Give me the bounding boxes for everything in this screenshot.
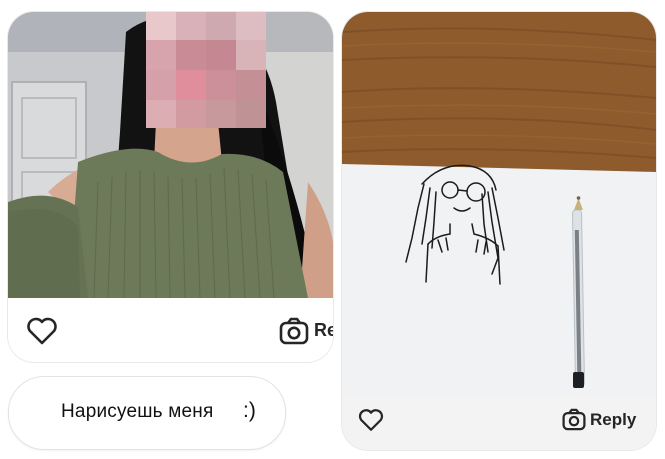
message-bubble: Нарисуешь меня :) bbox=[8, 376, 286, 450]
camera-icon[interactable] bbox=[562, 408, 586, 431]
message-text: Нарисуешь меня bbox=[61, 401, 214, 422]
story-card-left: Re bbox=[8, 12, 333, 362]
message-emoticon: :) bbox=[243, 399, 256, 422]
left-action-bar: Re bbox=[8, 298, 333, 362]
story-card-right: Reply bbox=[342, 12, 656, 450]
camera-icon[interactable] bbox=[279, 317, 309, 345]
drawing-photo bbox=[342, 12, 656, 394]
right-action-bar: Reply bbox=[342, 394, 656, 450]
pixelated-face bbox=[146, 12, 266, 128]
heart-icon[interactable] bbox=[26, 317, 58, 345]
reply-button-label[interactable]: Reply bbox=[590, 410, 636, 430]
selfie-photo bbox=[8, 12, 333, 298]
reply-button-label[interactable]: Re bbox=[314, 320, 333, 341]
heart-icon[interactable] bbox=[358, 408, 384, 432]
